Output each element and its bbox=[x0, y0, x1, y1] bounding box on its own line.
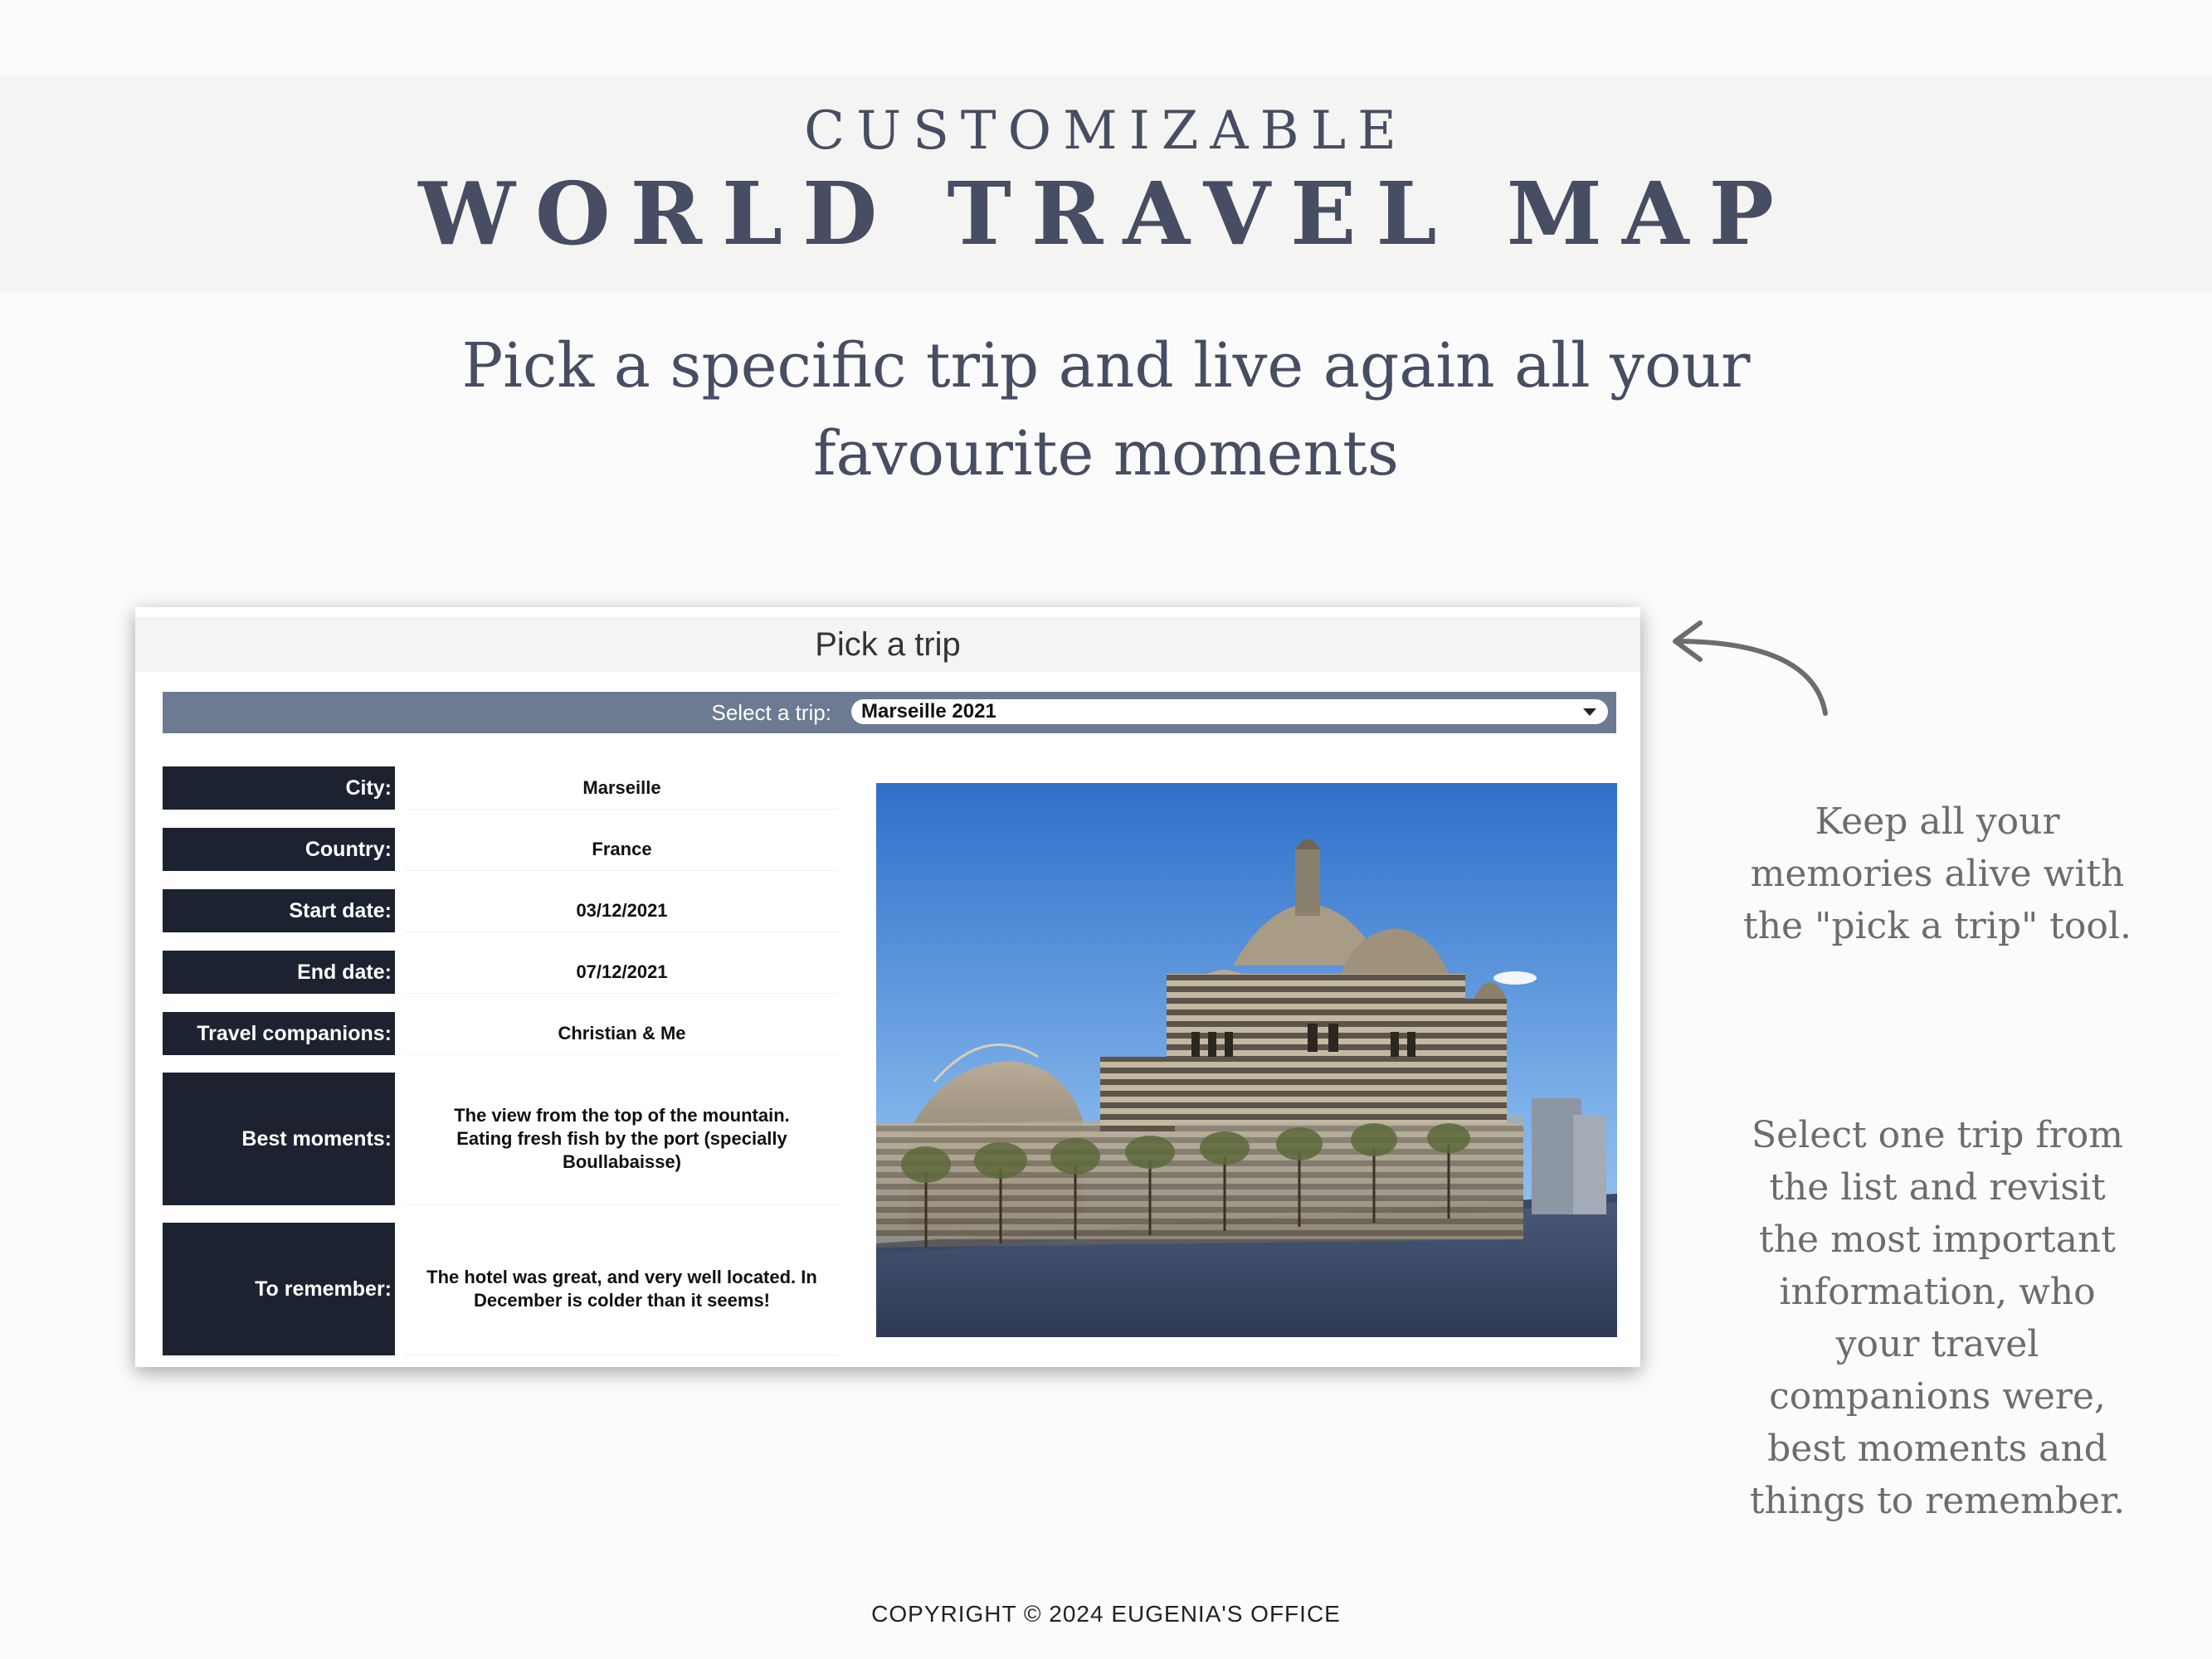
info-label: Country: bbox=[163, 828, 395, 871]
chevron-down-icon[interactable] bbox=[1583, 708, 1596, 716]
info-value: The hotel was great, and very well locat… bbox=[405, 1223, 839, 1355]
info-row-best-moments: Best moments: The view from the top of t… bbox=[163, 1073, 839, 1205]
info-row-end-date: End date: 07/12/2021 bbox=[163, 951, 839, 994]
header-eyebrow: CUSTOMIZABLE bbox=[804, 100, 1408, 162]
info-label: Start date: bbox=[163, 889, 395, 932]
info-row-city: City: Marseille bbox=[163, 766, 839, 810]
info-label: Best moments: bbox=[163, 1073, 395, 1205]
info-value: France bbox=[405, 828, 839, 871]
info-row-start-date: Start date: 03/12/2021 bbox=[163, 889, 839, 932]
info-value: 07/12/2021 bbox=[405, 951, 839, 994]
info-value: 03/12/2021 bbox=[405, 889, 839, 932]
trip-select-bar: Select a trip: Marseille 2021 bbox=[163, 692, 1616, 733]
info-label: End date: bbox=[163, 951, 395, 994]
page-title: WORLD TRAVEL MAP bbox=[418, 163, 1794, 265]
side-description: Keep all your memories alive with the "p… bbox=[1742, 743, 2132, 1579]
copyright-footer: COPYRIGHT © 2024 EUGENIA'S OFFICE bbox=[871, 1601, 1341, 1627]
mockup-title: Pick a trip bbox=[815, 626, 961, 663]
mockup-title-bar: Pick a trip bbox=[135, 617, 1640, 672]
info-row-country: Country: France bbox=[163, 828, 839, 871]
side-paragraph-1: Keep all your memories alive with the "p… bbox=[1743, 800, 2132, 947]
info-row-travel-companions: Travel companions: Christian & Me bbox=[163, 1012, 839, 1055]
info-value: The view from the top of the mountain. E… bbox=[405, 1073, 839, 1205]
cathedral-photo-icon bbox=[876, 783, 1617, 1337]
info-value: Marseille bbox=[405, 766, 839, 810]
trip-select-label: Select a trip: bbox=[711, 700, 831, 725]
pick-a-trip-mockup: Pick a trip Select a trip: Marseille 202… bbox=[135, 607, 1640, 1367]
curved-arrow-icon bbox=[1673, 620, 1828, 716]
page-subtitle: Pick a specific trip and live again all … bbox=[461, 330, 1751, 489]
info-row-to-remember: To remember: The hotel was great, and ve… bbox=[163, 1223, 839, 1355]
info-value: Christian & Me bbox=[405, 1012, 839, 1055]
info-label: Travel companions: bbox=[163, 1012, 395, 1055]
info-label: City: bbox=[163, 766, 395, 810]
info-label: To remember: bbox=[163, 1223, 395, 1355]
trip-select-dropdown[interactable]: Marseille 2021 bbox=[851, 699, 1608, 724]
side-paragraph-2: Select one trip from the list and revisi… bbox=[1749, 1114, 2126, 1522]
trip-select-value: Marseille 2021 bbox=[861, 700, 996, 722]
trip-photo bbox=[876, 783, 1617, 1337]
